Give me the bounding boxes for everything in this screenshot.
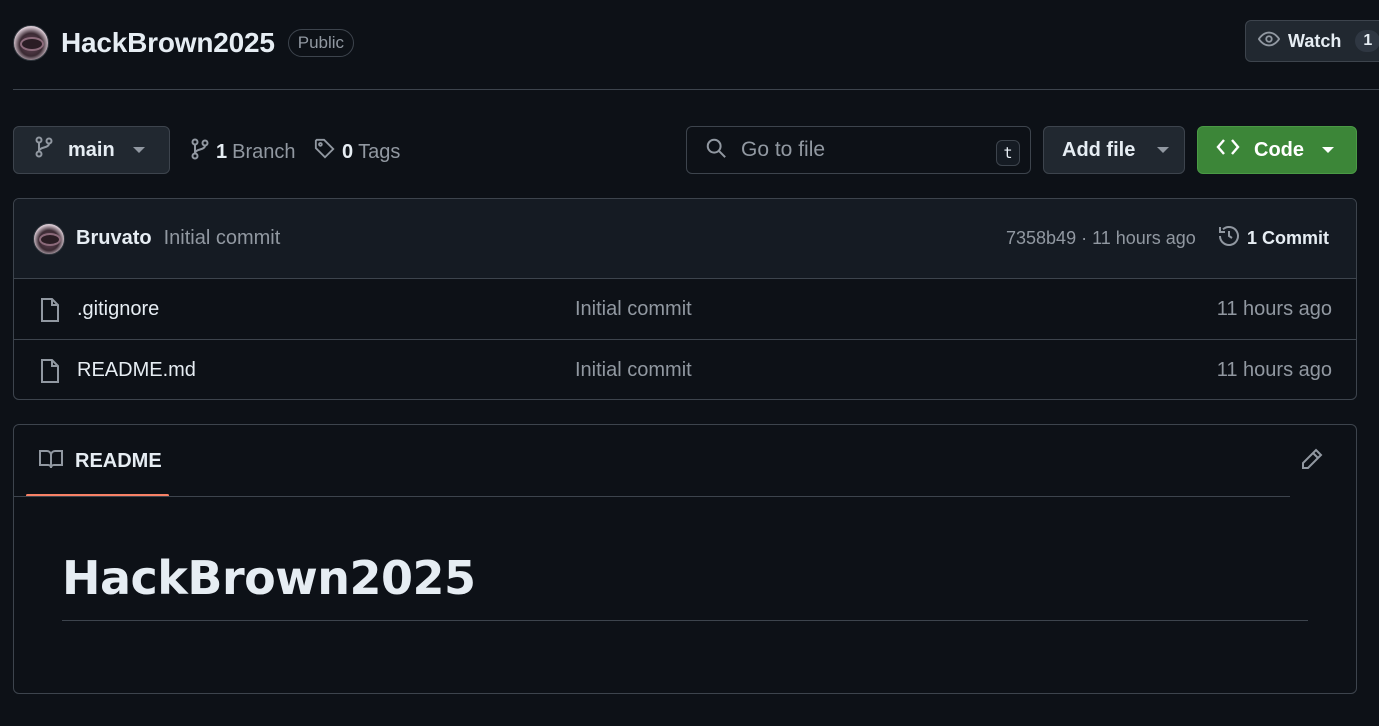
file-commit-time: 11 hours ago	[1216, 297, 1332, 320]
tag-icon	[314, 138, 336, 166]
commit-count: 1	[1247, 228, 1258, 248]
watch-count: 1	[1355, 30, 1379, 52]
file-name[interactable]: README.md	[77, 359, 196, 382]
eye-icon	[1257, 28, 1281, 55]
header-divider	[13, 89, 1379, 90]
file-name[interactable]: .gitignore	[77, 298, 159, 321]
file-commit-message[interactable]: Initial commit	[575, 298, 692, 321]
watch-button[interactable]: Watch 1	[1245, 20, 1379, 62]
owner-avatar[interactable]	[13, 25, 49, 61]
branch-name: main	[68, 138, 115, 161]
author-avatar[interactable]	[33, 222, 65, 255]
file-commit-time: 11 hours ago	[1216, 359, 1332, 381]
code-label: Code	[1254, 138, 1304, 161]
add-file-label: Add file	[1062, 138, 1136, 161]
repo-name[interactable]: HackBrown2025	[61, 27, 275, 59]
search-input[interactable]	[741, 138, 981, 162]
branch-count: 1	[216, 140, 228, 163]
tab-readme[interactable]: README	[26, 425, 170, 497]
watch-label: Watch	[1288, 30, 1342, 51]
chevron-down-icon	[1157, 147, 1170, 153]
tag-label: Tags	[358, 140, 401, 163]
code-button[interactable]: Code	[1197, 126, 1357, 174]
tab-label: README	[75, 449, 162, 472]
commit-hash-time[interactable]: 7358b49 · 11 hours ago	[1006, 228, 1196, 249]
heading-rule	[62, 620, 1308, 621]
chevron-down-icon	[132, 147, 145, 153]
search-icon	[705, 137, 727, 164]
code-icon	[1216, 137, 1240, 163]
git-branch-icon	[190, 138, 210, 166]
edit-readme-button[interactable]	[1298, 447, 1326, 475]
commit-message[interactable]: Initial commit	[164, 227, 281, 250]
tag-count: 0	[342, 140, 354, 163]
file-icon	[39, 358, 61, 389]
go-to-file-search[interactable]: t	[686, 126, 1031, 174]
keyboard-shortcut-hint: t	[996, 140, 1020, 166]
commit-author[interactable]: Bruvato	[76, 227, 152, 250]
readme-heading: HackBrown2025	[62, 551, 476, 605]
file-browser: Bruvato Initial commit 7358b49 · 11 hour…	[13, 198, 1357, 400]
latest-commit-bar: Bruvato Initial commit 7358b49 · 11 hour…	[14, 199, 1356, 279]
table-row[interactable]: .gitignore Initial commit 11 hours ago	[14, 279, 1356, 340]
add-file-button[interactable]: Add file	[1043, 126, 1185, 174]
pencil-icon	[1300, 447, 1324, 476]
branches-link[interactable]: 1 Branch	[190, 138, 296, 166]
file-icon	[39, 297, 61, 328]
history-icon	[1217, 224, 1241, 253]
tab-divider	[14, 496, 1290, 497]
visibility-badge: Public	[287, 29, 355, 57]
tags-link[interactable]: 0 Tags	[314, 138, 400, 166]
file-commit-message[interactable]: Initial commit	[575, 359, 692, 382]
git-branch-icon	[34, 136, 54, 164]
readme-panel: README HackBrown2025	[13, 424, 1357, 694]
commit-count-label: Commit	[1262, 228, 1330, 248]
chevron-down-icon	[1322, 147, 1334, 153]
branch-label: Branch	[232, 140, 296, 163]
book-icon	[38, 448, 64, 475]
branch-select-button[interactable]: main	[13, 126, 170, 174]
commits-link[interactable]: 1 Commit	[1217, 224, 1329, 253]
repo-header: HackBrown2025 Public	[13, 24, 355, 62]
table-row[interactable]: README.md Initial commit 11 hours ago	[14, 340, 1356, 399]
